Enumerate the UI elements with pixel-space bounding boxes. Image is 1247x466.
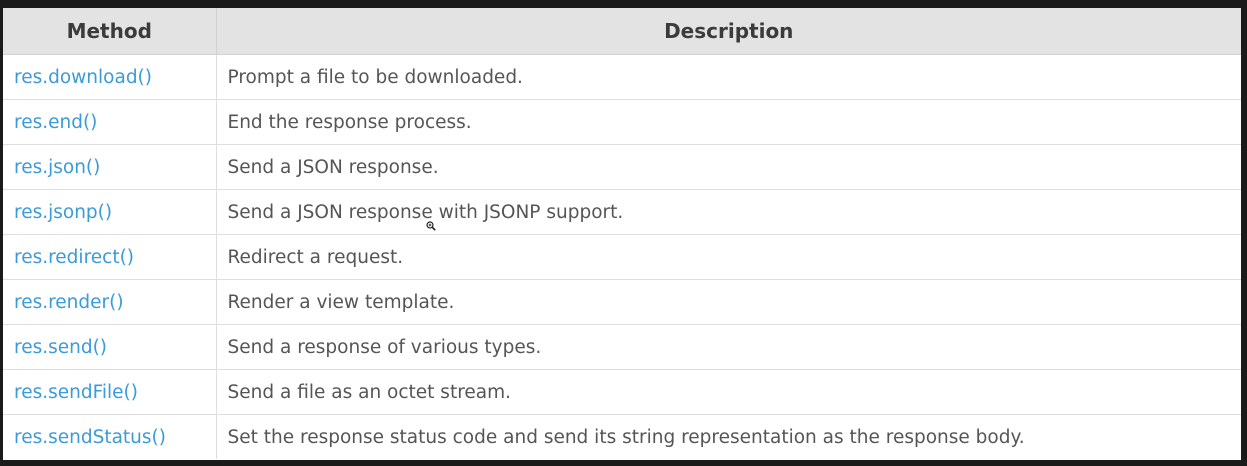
method-link[interactable]: res.send() (3, 324, 216, 370)
method-description: Render a view template. (215, 279, 1241, 325)
method-link[interactable]: res.sendFile() (3, 369, 216, 415)
method-description: Send a file as an octet stream. (215, 369, 1241, 415)
table-row: res.redirect() Redirect a request. (3, 234, 1241, 280)
methods-table-container: Method Description res.download() Prompt… (3, 8, 1241, 460)
description-column-header: Description (215, 8, 1241, 55)
method-link[interactable]: res.json() (3, 144, 216, 190)
method-description: Send a response of various types. (215, 324, 1241, 370)
method-description: Redirect a request. (215, 234, 1241, 280)
table-header-row: Method Description (3, 8, 1241, 55)
table-row: res.sendFile() Send a file as an octet s… (3, 369, 1241, 415)
table-row: res.sendStatus() Set the response status… (3, 414, 1241, 460)
method-description: Send a JSON response. (215, 144, 1241, 190)
method-column-header: Method (3, 8, 216, 55)
table-row: res.render() Render a view template. (3, 279, 1241, 325)
zoom-in-cursor-icon (426, 221, 436, 231)
table-row: res.jsonp() Send a JSON response with JS… (3, 189, 1241, 235)
table-row: res.end() End the response process. (3, 99, 1241, 145)
method-description: Set the response status code and send it… (215, 414, 1241, 459)
method-link[interactable]: res.render() (3, 279, 216, 325)
method-link[interactable]: res.download() (3, 54, 216, 100)
table-row: res.json() Send a JSON response. (3, 144, 1241, 190)
method-description: Prompt a file to be downloaded. (215, 54, 1241, 100)
table-row: res.download() Prompt a file to be downl… (3, 54, 1241, 100)
method-link[interactable]: res.jsonp() (3, 189, 216, 235)
method-description: End the response process. (215, 99, 1241, 145)
method-link[interactable]: res.redirect() (3, 234, 216, 280)
table-row: res.send() Send a response of various ty… (3, 324, 1241, 370)
method-link[interactable]: res.sendStatus() (3, 415, 216, 460)
method-description: Send a JSON response with JSONP support. (215, 189, 1241, 235)
method-link[interactable]: res.end() (3, 99, 216, 145)
response-methods-table: Method Description res.download() Prompt… (3, 8, 1241, 459)
